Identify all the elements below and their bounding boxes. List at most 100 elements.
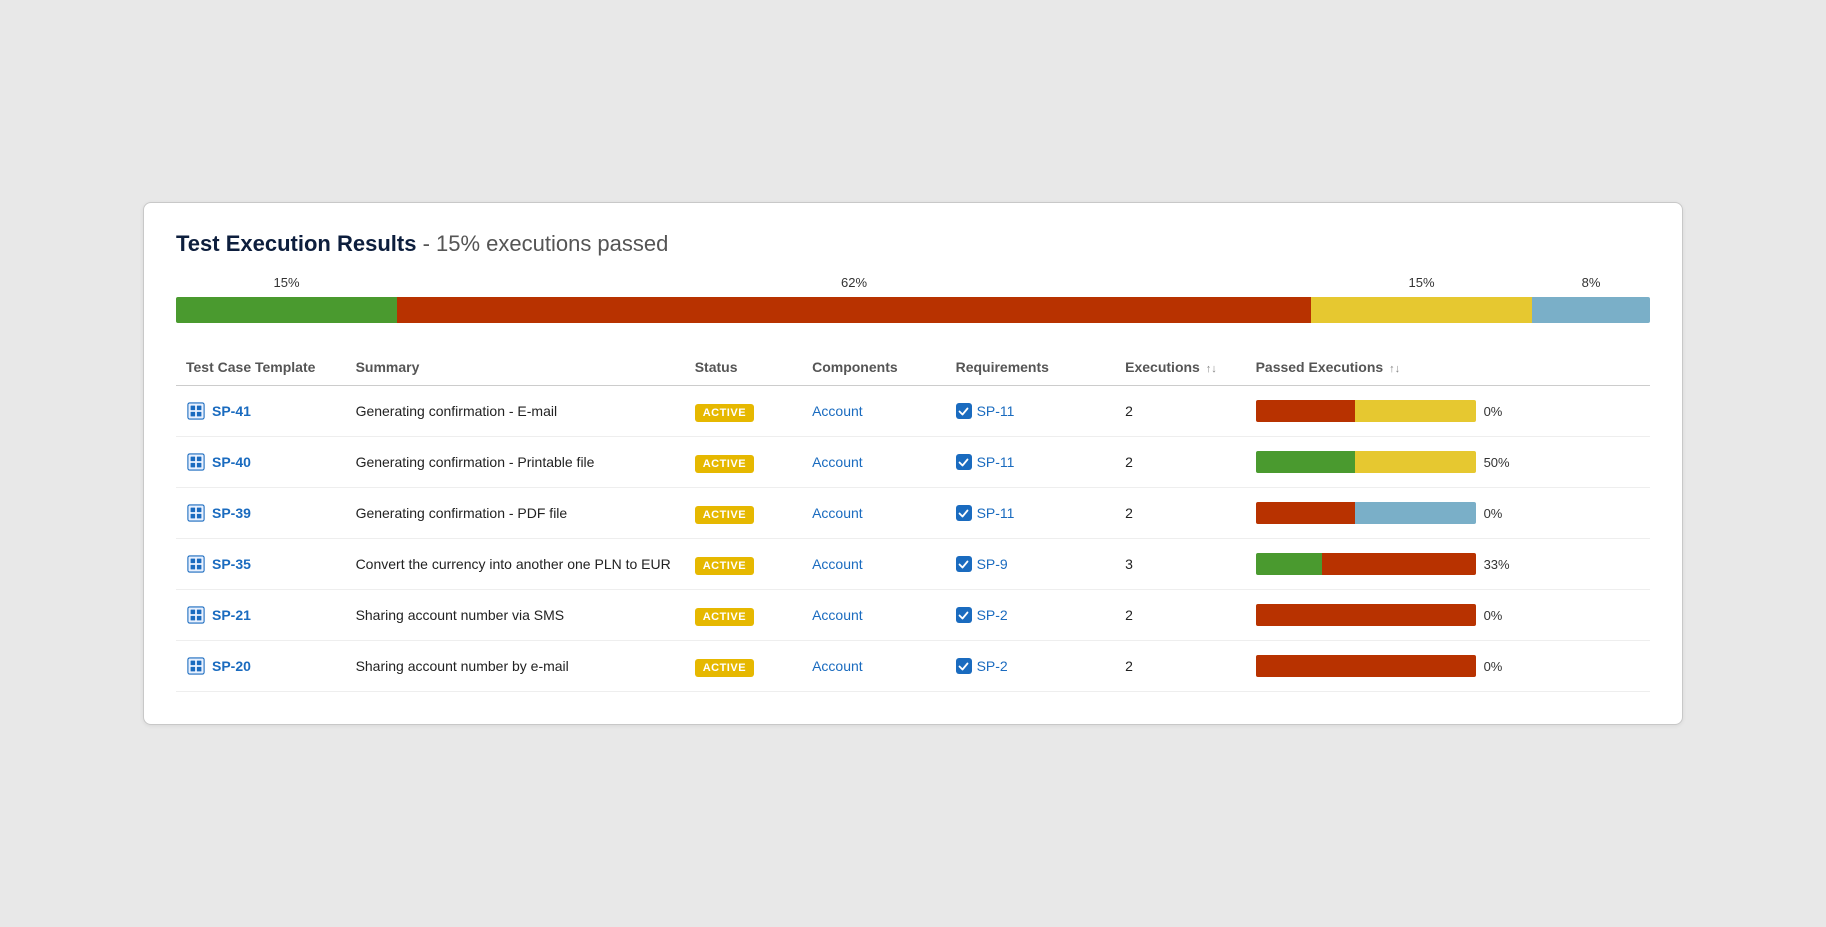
status-badge-4: ACTIVE — [695, 608, 754, 626]
table-header-row: Test Case Template Summary Status Compon… — [176, 351, 1650, 386]
results-table: Test Case Template Summary Status Compon… — [176, 351, 1650, 692]
progress-bar — [176, 297, 1650, 323]
pct-label-5: 0% — [1484, 659, 1516, 674]
component-cell-5: Account — [802, 641, 945, 692]
req-cell-2: SP-11 — [946, 488, 1116, 539]
tc-link-4[interactable]: SP-21 — [186, 605, 336, 625]
req-link-0[interactable]: SP-11 — [956, 403, 1106, 419]
tc-link-3[interactable]: SP-35 — [186, 554, 336, 574]
passed-cell-2: 0% — [1246, 488, 1650, 539]
tc-id-2: SP-39 — [212, 505, 251, 521]
table-row: SP-41 Generating confirmation - E-mail AC… — [176, 386, 1650, 437]
exec-cell-4: 2 — [1115, 590, 1245, 641]
mini-seg-1-1 — [1355, 451, 1476, 473]
mini-bar-wrap-4: 0% — [1256, 604, 1640, 626]
req-cell-5: SP-2 — [946, 641, 1116, 692]
mini-seg-3-1 — [1322, 553, 1476, 575]
component-link-0[interactable]: Account — [812, 403, 863, 419]
passed-cell-0: 0% — [1246, 386, 1650, 437]
tc-cell-0: SP-41 — [176, 386, 346, 437]
exec-sort-icon: ↑↓ — [1206, 363, 1217, 375]
exec-cell-2: 2 — [1115, 488, 1245, 539]
progress-segment-3 — [1532, 297, 1650, 323]
progress-label-1: 62% — [841, 275, 867, 290]
mini-bar-wrap-3: 33% — [1256, 553, 1640, 575]
req-link-4[interactable]: SP-2 — [956, 607, 1106, 623]
req-checkbox-0 — [956, 403, 972, 419]
progress-segment-0 — [176, 297, 397, 323]
progress-label-3: 8% — [1582, 275, 1601, 290]
status-badge-0: ACTIVE — [695, 404, 754, 422]
req-link-3[interactable]: SP-9 — [956, 556, 1106, 572]
tc-id-3: SP-35 — [212, 556, 251, 572]
mini-seg-2-0 — [1256, 502, 1355, 524]
req-link-5[interactable]: SP-2 — [956, 658, 1106, 674]
summary-cell-4: Sharing account number via SMS — [346, 590, 685, 641]
col-header-executions[interactable]: Executions ↑↓ — [1115, 351, 1245, 386]
mini-bar-wrap-0: 0% — [1256, 400, 1640, 422]
component-link-5[interactable]: Account — [812, 658, 863, 674]
req-id-1: SP-11 — [977, 454, 1015, 470]
status-cell-0: ACTIVE — [685, 386, 802, 437]
component-cell-0: Account — [802, 386, 945, 437]
tc-link-0[interactable]: SP-41 — [186, 401, 336, 421]
tc-link-2[interactable]: SP-39 — [186, 503, 336, 523]
status-cell-3: ACTIVE — [685, 539, 802, 590]
tc-cell-5: SP-20 — [176, 641, 346, 692]
passed-cell-5: 0% — [1246, 641, 1650, 692]
tc-cell-3: SP-35 — [176, 539, 346, 590]
status-badge-1: ACTIVE — [695, 455, 754, 473]
table-row: SP-35 Convert the currency into another … — [176, 539, 1650, 590]
pct-label-2: 0% — [1484, 506, 1516, 521]
tc-id-5: SP-20 — [212, 658, 251, 674]
table-row: SP-39 Generating confirmation - PDF file… — [176, 488, 1650, 539]
status-cell-1: ACTIVE — [685, 437, 802, 488]
title-sub: - 15% executions passed — [423, 231, 669, 256]
mini-bar-2 — [1256, 502, 1476, 524]
mini-seg-4-0 — [1256, 604, 1476, 626]
summary-cell-0: Generating confirmation - E-mail — [346, 386, 685, 437]
table-row: SP-21 Sharing account number via SMS ACTI… — [176, 590, 1650, 641]
tc-icon-5 — [186, 656, 206, 676]
req-link-2[interactable]: SP-11 — [956, 505, 1106, 521]
req-cell-3: SP-9 — [946, 539, 1116, 590]
page-title: Test Execution Results - 15% executions … — [176, 231, 1650, 257]
mini-bar-4 — [1256, 604, 1476, 626]
tc-link-5[interactable]: SP-20 — [186, 656, 336, 676]
mini-bar-5 — [1256, 655, 1476, 677]
mini-seg-5-0 — [1256, 655, 1476, 677]
req-checkbox-4 — [956, 607, 972, 623]
main-card: Test Execution Results - 15% executions … — [143, 202, 1683, 725]
tc-link-1[interactable]: SP-40 — [186, 452, 336, 472]
tc-id-4: SP-21 — [212, 607, 251, 623]
status-cell-5: ACTIVE — [685, 641, 802, 692]
title-bold: Test Execution Results — [176, 231, 416, 256]
exec-cell-3: 3 — [1115, 539, 1245, 590]
col-header-components: Components — [802, 351, 945, 386]
req-checkbox-5 — [956, 658, 972, 674]
passed-cell-4: 0% — [1246, 590, 1650, 641]
req-id-2: SP-11 — [977, 505, 1015, 521]
tc-id-0: SP-41 — [212, 403, 251, 419]
req-id-3: SP-9 — [977, 556, 1008, 572]
mini-bar-wrap-2: 0% — [1256, 502, 1640, 524]
col-header-requirements: Requirements — [946, 351, 1116, 386]
req-cell-0: SP-11 — [946, 386, 1116, 437]
col-header-passed[interactable]: Passed Executions ↑↓ — [1246, 351, 1650, 386]
progress-label-0: 15% — [274, 275, 300, 290]
mini-seg-2-1 — [1355, 502, 1476, 524]
req-checkbox-3 — [956, 556, 972, 572]
tc-cell-1: SP-40 — [176, 437, 346, 488]
component-link-4[interactable]: Account — [812, 607, 863, 623]
component-link-3[interactable]: Account — [812, 556, 863, 572]
req-checkbox-1 — [956, 454, 972, 470]
component-link-1[interactable]: Account — [812, 454, 863, 470]
pct-label-3: 33% — [1484, 557, 1516, 572]
component-link-2[interactable]: Account — [812, 505, 863, 521]
progress-labels: 15%62%15%8% — [176, 275, 1650, 295]
exec-cell-5: 2 — [1115, 641, 1245, 692]
summary-cell-3: Convert the currency into another one PL… — [346, 539, 685, 590]
mini-seg-0-0 — [1256, 400, 1355, 422]
req-link-1[interactable]: SP-11 — [956, 454, 1106, 470]
mini-seg-3-0 — [1256, 553, 1322, 575]
